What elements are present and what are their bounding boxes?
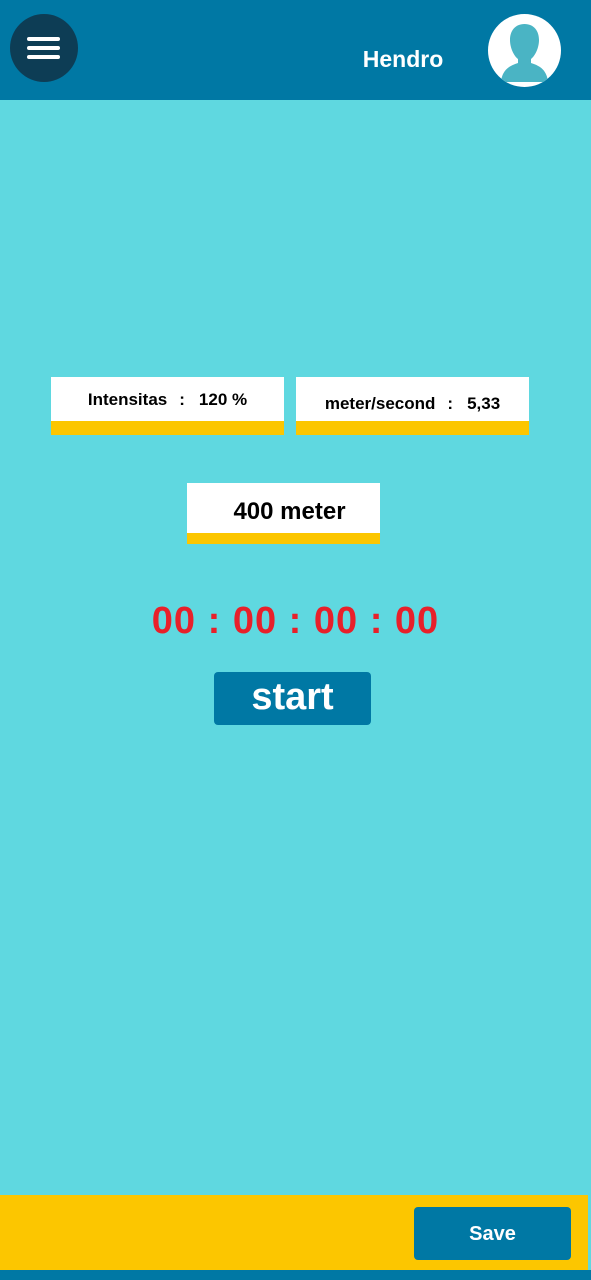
speed-separator: : [447, 394, 454, 413]
speed-value: 5,33 [467, 394, 501, 413]
username-label: Hendro [362, 46, 444, 72]
hamburger-menu-icon [27, 37, 60, 41]
start-button[interactable]: start [214, 672, 371, 725]
intensity-box: Intensitas:120 % [51, 377, 284, 435]
save-button[interactable]: Save [414, 1207, 571, 1260]
menu-button[interactable] [10, 14, 78, 82]
intensity-separator: : [179, 390, 185, 409]
distance-value: 400 meter [233, 498, 346, 525]
user-silhouette-icon [501, 24, 548, 82]
distance-box: 400 meter [187, 483, 380, 544]
intensity-label: Intensitas [87, 390, 168, 409]
intensity-text: Intensitas:120 % [51, 390, 284, 410]
stopwatch-display: 00 : 00 : 00 : 00 [151, 600, 440, 642]
speed-box: meter/second:5,33 [296, 377, 529, 435]
speed-label: meter/second [324, 394, 436, 413]
intensity-value: 120 % [198, 390, 248, 409]
bottom-edge-strip [0, 1270, 591, 1280]
top-app-bar: Hendro [0, 0, 591, 100]
speed-text: meter/second:5,33 [296, 394, 529, 414]
avatar[interactable] [488, 14, 561, 87]
